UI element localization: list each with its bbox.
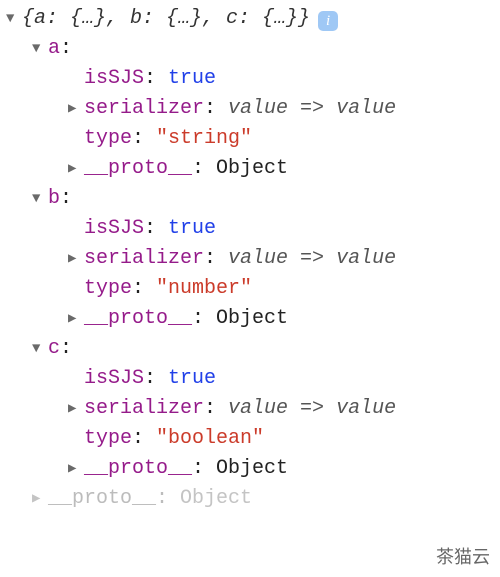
property-key: type — [84, 424, 132, 454]
chevron-right-icon[interactable]: ▶ — [68, 159, 82, 180]
property-value: Object — [180, 484, 252, 514]
property-value: Object — [216, 304, 288, 334]
chevron-down-icon[interactable]: ▼ — [32, 339, 46, 360]
property-row: type: "string" — [6, 124, 494, 154]
property-row[interactable]: ▶__proto__: Object — [6, 304, 494, 334]
property-value: "number" — [156, 274, 252, 304]
property-row[interactable]: ▶serializer: value => value — [6, 394, 494, 424]
root-row[interactable]: ▼ {a: {…}, b: {…}, c: {…}} i — [6, 4, 494, 34]
property-key: type — [84, 124, 132, 154]
property-key: serializer — [84, 244, 204, 274]
property-key: isSJS — [84, 214, 144, 244]
property-value: value => value — [228, 244, 396, 274]
property-key: __proto__ — [48, 484, 156, 514]
property-key: serializer — [84, 94, 204, 124]
property-value: value => value — [228, 94, 396, 124]
property-key: type — [84, 274, 132, 304]
chevron-right-icon[interactable]: ▶ — [68, 459, 82, 480]
chevron-right-icon[interactable]: ▶ — [68, 309, 82, 330]
object-summary: {a: {…}, b: {…}, c: {…}} — [22, 4, 310, 34]
property-key: serializer — [84, 394, 204, 424]
chevron-down-icon[interactable]: ▼ — [32, 39, 46, 60]
chevron-right-icon[interactable]: ▶ — [68, 99, 82, 120]
chevron-right-icon[interactable]: ▶ — [32, 489, 46, 510]
property-key: __proto__ — [84, 454, 192, 484]
object-key: c — [48, 334, 60, 364]
chevron-down-icon[interactable]: ▼ — [32, 189, 46, 210]
property-row: isSJS: true — [6, 64, 494, 94]
watermark: 茶猫云 — [436, 544, 490, 571]
property-value: "boolean" — [156, 424, 264, 454]
chevron-right-icon[interactable]: ▶ — [68, 399, 82, 420]
property-row[interactable]: ▶serializer: value => value — [6, 244, 494, 274]
property-key: isSJS — [84, 64, 144, 94]
property-key: __proto__ — [84, 154, 192, 184]
proto-row-outer[interactable]: ▶ __proto__: Object — [6, 484, 494, 514]
property-value: true — [168, 214, 216, 244]
object-key-row[interactable]: ▼c: — [6, 334, 494, 364]
property-row: type: "boolean" — [6, 424, 494, 454]
property-key: __proto__ — [84, 304, 192, 334]
property-key: isSJS — [84, 364, 144, 394]
property-row[interactable]: ▶__proto__: Object — [6, 154, 494, 184]
property-value: Object — [216, 154, 288, 184]
property-value: true — [168, 64, 216, 94]
property-row: isSJS: true — [6, 364, 494, 394]
object-key-row[interactable]: ▼b: — [6, 184, 494, 214]
property-row[interactable]: ▶__proto__: Object — [6, 454, 494, 484]
property-row: isSJS: true — [6, 214, 494, 244]
object-tree: ▼a: isSJS: true▶serializer: value => val… — [6, 34, 494, 484]
property-value: value => value — [228, 394, 396, 424]
info-icon[interactable]: i — [318, 11, 338, 31]
object-key: b — [48, 184, 60, 214]
object-key-row[interactable]: ▼a: — [6, 34, 494, 64]
chevron-right-icon[interactable]: ▶ — [68, 249, 82, 270]
property-value: Object — [216, 454, 288, 484]
object-key: a — [48, 34, 60, 64]
property-value: "string" — [156, 124, 252, 154]
property-row[interactable]: ▶serializer: value => value — [6, 94, 494, 124]
chevron-down-icon[interactable]: ▼ — [6, 9, 20, 30]
property-value: true — [168, 364, 216, 394]
property-row: type: "number" — [6, 274, 494, 304]
